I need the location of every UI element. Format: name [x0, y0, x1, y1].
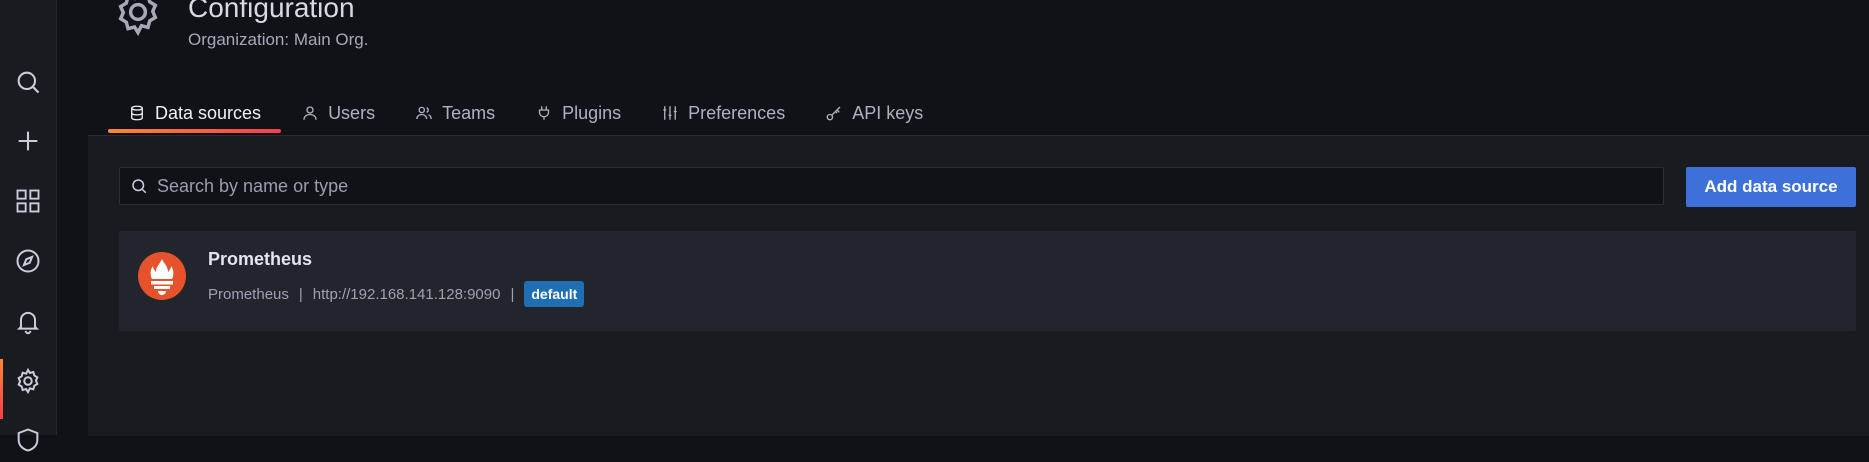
dashboards-icon[interactable]	[0, 179, 56, 223]
tab-api-keys[interactable]: API keys	[805, 96, 943, 130]
tab-plugins[interactable]: Plugins	[515, 96, 641, 130]
configuration-gear-icon	[118, 0, 158, 37]
datasource-meta: Prometheus | http://192.168.141.128:9090…	[208, 281, 585, 307]
datasource-url: http://192.168.141.128:9090	[312, 285, 501, 303]
user-icon	[303, 106, 317, 120]
teams-icon	[416, 106, 432, 120]
separator: |	[298, 285, 303, 303]
tab-data-sources[interactable]: Data sources	[108, 96, 282, 133]
alerting-bell-icon[interactable]	[0, 299, 56, 343]
plus-icon[interactable]	[0, 119, 56, 163]
datasource-type: Prometheus	[208, 285, 289, 303]
tab-label: API keys	[852, 102, 924, 123]
database-icon	[131, 105, 143, 121]
separator: |	[510, 285, 515, 303]
configuration-gear-icon[interactable]	[0, 359, 56, 419]
explore-compass-icon[interactable]	[0, 239, 56, 283]
datasources-panel: Add data source Prometheus Prometheus | …	[88, 135, 1869, 436]
datasource-name: Prometheus	[208, 249, 313, 269]
page-header: Configuration Organization: Main Org. Da…	[88, 0, 1869, 135]
search-field[interactable]	[119, 167, 1664, 205]
sliders-icon	[663, 106, 677, 120]
tab-label: Plugins	[562, 102, 622, 123]
sidebar	[0, 0, 57, 452]
key-icon	[826, 106, 841, 121]
page-subtitle: Organization: Main Org.	[188, 30, 369, 49]
page-title: Configuration	[188, 0, 355, 23]
tab-label: Teams	[442, 102, 496, 123]
default-badge: default	[524, 281, 585, 307]
tab-users[interactable]: Users	[281, 96, 395, 130]
tab-teams[interactable]: Teams	[395, 96, 515, 130]
tab-label: Preferences	[688, 102, 786, 123]
search-icon	[132, 179, 147, 194]
tab-label: Data sources	[155, 102, 262, 123]
tab-preferences[interactable]: Preferences	[641, 96, 805, 130]
plug-icon	[538, 106, 550, 120]
config-tabs: Data sources Users Teams Plugins Prefere…	[108, 96, 943, 134]
search-input[interactable]	[148, 174, 1663, 198]
tab-label: Users	[328, 102, 376, 123]
shield-icon[interactable]	[0, 418, 56, 462]
prometheus-logo-icon	[138, 252, 186, 300]
search-icon[interactable]	[0, 60, 56, 104]
datasource-card[interactable]: Prometheus Prometheus | http://192.168.1…	[119, 231, 1856, 331]
add-data-source-button[interactable]: Add data source	[1686, 167, 1856, 207]
